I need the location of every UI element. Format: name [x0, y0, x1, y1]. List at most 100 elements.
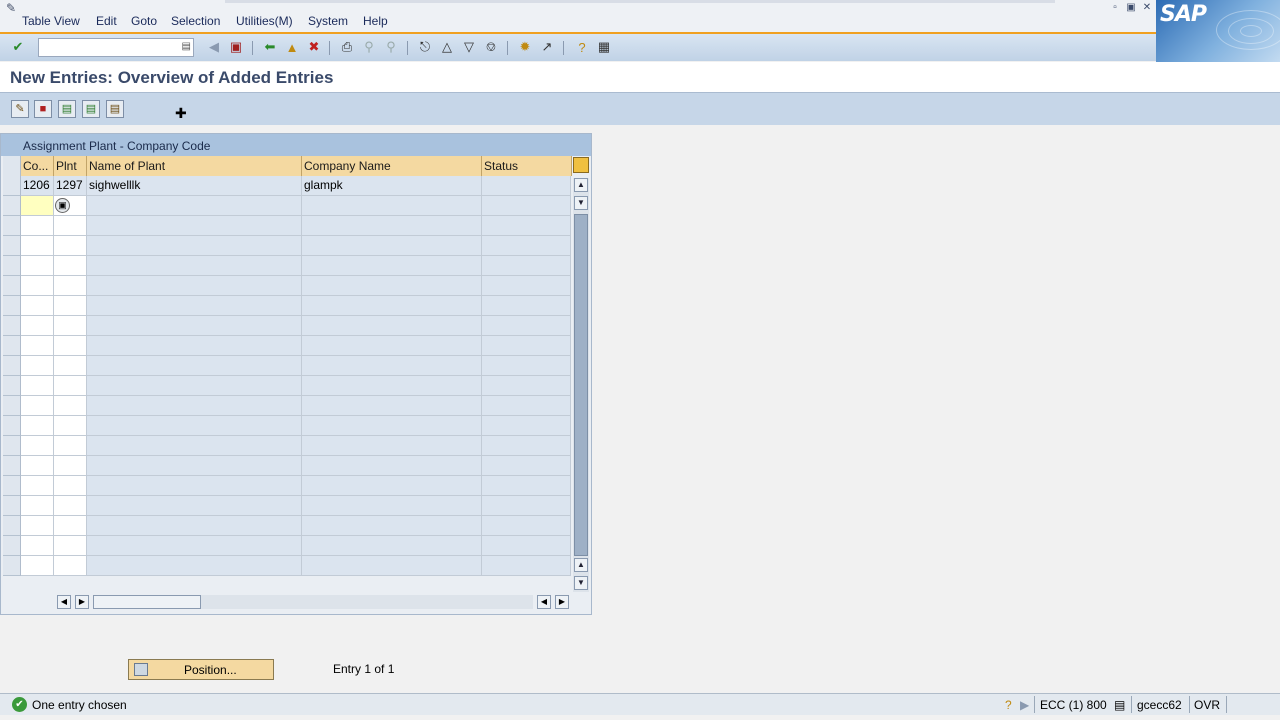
scroll-left-end-icon[interactable]: ◀	[537, 595, 551, 609]
cell-plant[interactable]	[54, 436, 87, 456]
cell-company-code[interactable]	[21, 496, 54, 516]
cancel-icon[interactable]: ✖	[305, 38, 323, 56]
next-entry-icon[interactable]: ▤	[82, 100, 100, 118]
scroll-up-icon[interactable]: ▲	[574, 178, 588, 192]
print-icon[interactable]: ⎙	[338, 38, 356, 56]
column-header-name-of-plant[interactable]: Name of Plant	[87, 156, 302, 176]
find-next-icon[interactable]: ⚲	[382, 38, 400, 56]
cell-plant[interactable]	[54, 476, 87, 496]
cell-company-code[interactable]	[21, 236, 54, 256]
cell-company-code[interactable]	[21, 436, 54, 456]
cell-plant[interactable]	[54, 296, 87, 316]
last-page-icon[interactable]: ⎊	[482, 38, 500, 56]
row-selector[interactable]	[3, 476, 21, 496]
save-icon[interactable]: ▣	[227, 38, 245, 56]
row-selector[interactable]	[3, 516, 21, 536]
cell-plant[interactable]	[54, 556, 87, 576]
row-selector[interactable]	[3, 536, 21, 556]
cell-company-code[interactable]	[21, 276, 54, 296]
value-help-icon[interactable]: ▣	[55, 198, 70, 213]
row-selector[interactable]	[3, 276, 21, 296]
cell-company-code[interactable]	[21, 476, 54, 496]
cell-plant[interactable]	[54, 276, 87, 296]
cell-company-code[interactable]	[21, 296, 54, 316]
layout-icon[interactable]: ▦	[595, 38, 613, 56]
row-selector[interactable]	[3, 456, 21, 476]
exit-icon[interactable]: ▲	[283, 38, 301, 56]
row-selector[interactable]	[3, 216, 21, 236]
cell-company-code[interactable]	[21, 256, 54, 276]
cell-name-of-plant[interactable]: sighwelllk	[87, 176, 302, 196]
column-header-company-code[interactable]: Co...	[21, 156, 54, 176]
vertical-scrollbar[interactable]: ▲ ▼ ▲ ▼	[573, 178, 589, 592]
menu-system[interactable]: System	[308, 14, 348, 28]
status-help-icon[interactable]: ?	[1005, 698, 1012, 712]
cell-plant[interactable]	[54, 316, 87, 336]
cell-company-code[interactable]	[21, 456, 54, 476]
row-selector[interactable]	[3, 196, 21, 216]
previous-page-icon[interactable]: △	[438, 38, 456, 56]
scroll-right-end-icon[interactable]: ▶	[555, 595, 569, 609]
menu-edit[interactable]: Edit	[96, 14, 117, 28]
cell-plant[interactable]	[54, 216, 87, 236]
position-button[interactable]: Position...	[128, 659, 274, 680]
row-selector[interactable]	[3, 176, 21, 196]
cell-plant[interactable]	[54, 416, 87, 436]
enter-icon[interactable]: ✔	[9, 38, 27, 56]
cell-plant[interactable]	[54, 236, 87, 256]
row-selector[interactable]	[3, 416, 21, 436]
cell-plant[interactable]	[54, 396, 87, 416]
menu-help[interactable]: Help	[363, 14, 388, 28]
previous-entry-icon[interactable]: ▤	[58, 100, 76, 118]
horizontal-scroll-thumb[interactable]	[93, 595, 201, 609]
row-selector[interactable]	[3, 236, 21, 256]
row-selector[interactable]	[3, 336, 21, 356]
cell-plant[interactable]	[54, 356, 87, 376]
cell-company-code[interactable]	[21, 196, 54, 216]
row-selector[interactable]	[3, 296, 21, 316]
minimize-icon[interactable]: ▫	[1108, 2, 1122, 14]
cell-plant[interactable]	[54, 256, 87, 276]
row-selector[interactable]	[3, 376, 21, 396]
row-selector[interactable]	[3, 556, 21, 576]
row-selector[interactable]	[3, 496, 21, 516]
column-header-plant[interactable]: Plnt	[54, 156, 87, 176]
cell-company-code[interactable]	[21, 376, 54, 396]
command-dropdown-icon[interactable]: ▤	[182, 41, 191, 52]
horizontal-scrollbar[interactable]	[93, 595, 533, 609]
row-selector[interactable]	[3, 396, 21, 416]
maximize-icon[interactable]: ▣	[1124, 2, 1138, 14]
system-menu-icon[interactable]: ✎	[6, 1, 16, 15]
cell-company-code[interactable]	[21, 416, 54, 436]
cell-company-code[interactable]	[21, 316, 54, 336]
cell-plant[interactable]	[54, 496, 87, 516]
find-icon[interactable]: ⚲	[360, 38, 378, 56]
column-header-status[interactable]: Status	[482, 156, 572, 176]
help-icon[interactable]: ?	[573, 38, 591, 56]
menu-goto[interactable]: Goto	[131, 14, 157, 28]
scroll-page-down-icon[interactable]: ▼	[574, 576, 588, 590]
row-selector[interactable]	[3, 316, 21, 336]
column-header-company-name[interactable]: Company Name	[302, 156, 482, 176]
menu-table-view[interactable]: Table View	[22, 14, 80, 28]
cell-company-code[interactable]	[21, 556, 54, 576]
input-mode[interactable]: OVR	[1194, 698, 1220, 712]
status-toggle-icon[interactable]: ▶	[1020, 698, 1029, 712]
cell-company-code[interactable]	[21, 216, 54, 236]
select-all-icon[interactable]: ▤	[106, 100, 124, 118]
row-selector[interactable]	[3, 256, 21, 276]
menu-selection[interactable]: Selection	[171, 14, 220, 28]
scroll-down-small-icon[interactable]: ▼	[574, 196, 588, 210]
scroll-right-icon[interactable]: ▶	[75, 595, 89, 609]
cell-company-code[interactable]	[21, 516, 54, 536]
command-field[interactable]: ▤	[38, 38, 194, 57]
scroll-page-up-icon[interactable]: ▲	[574, 558, 588, 572]
cell-plant[interactable]	[54, 516, 87, 536]
table-settings-icon[interactable]	[573, 157, 589, 173]
cell-plant[interactable]: ▣	[54, 196, 87, 216]
status-message[interactable]: One entry chosen	[32, 698, 127, 712]
next-page-icon[interactable]: ▽	[460, 38, 478, 56]
close-icon[interactable]: ✕	[1140, 2, 1154, 14]
create-session-icon[interactable]: ✹	[516, 38, 534, 56]
cell-company-code[interactable]	[21, 356, 54, 376]
